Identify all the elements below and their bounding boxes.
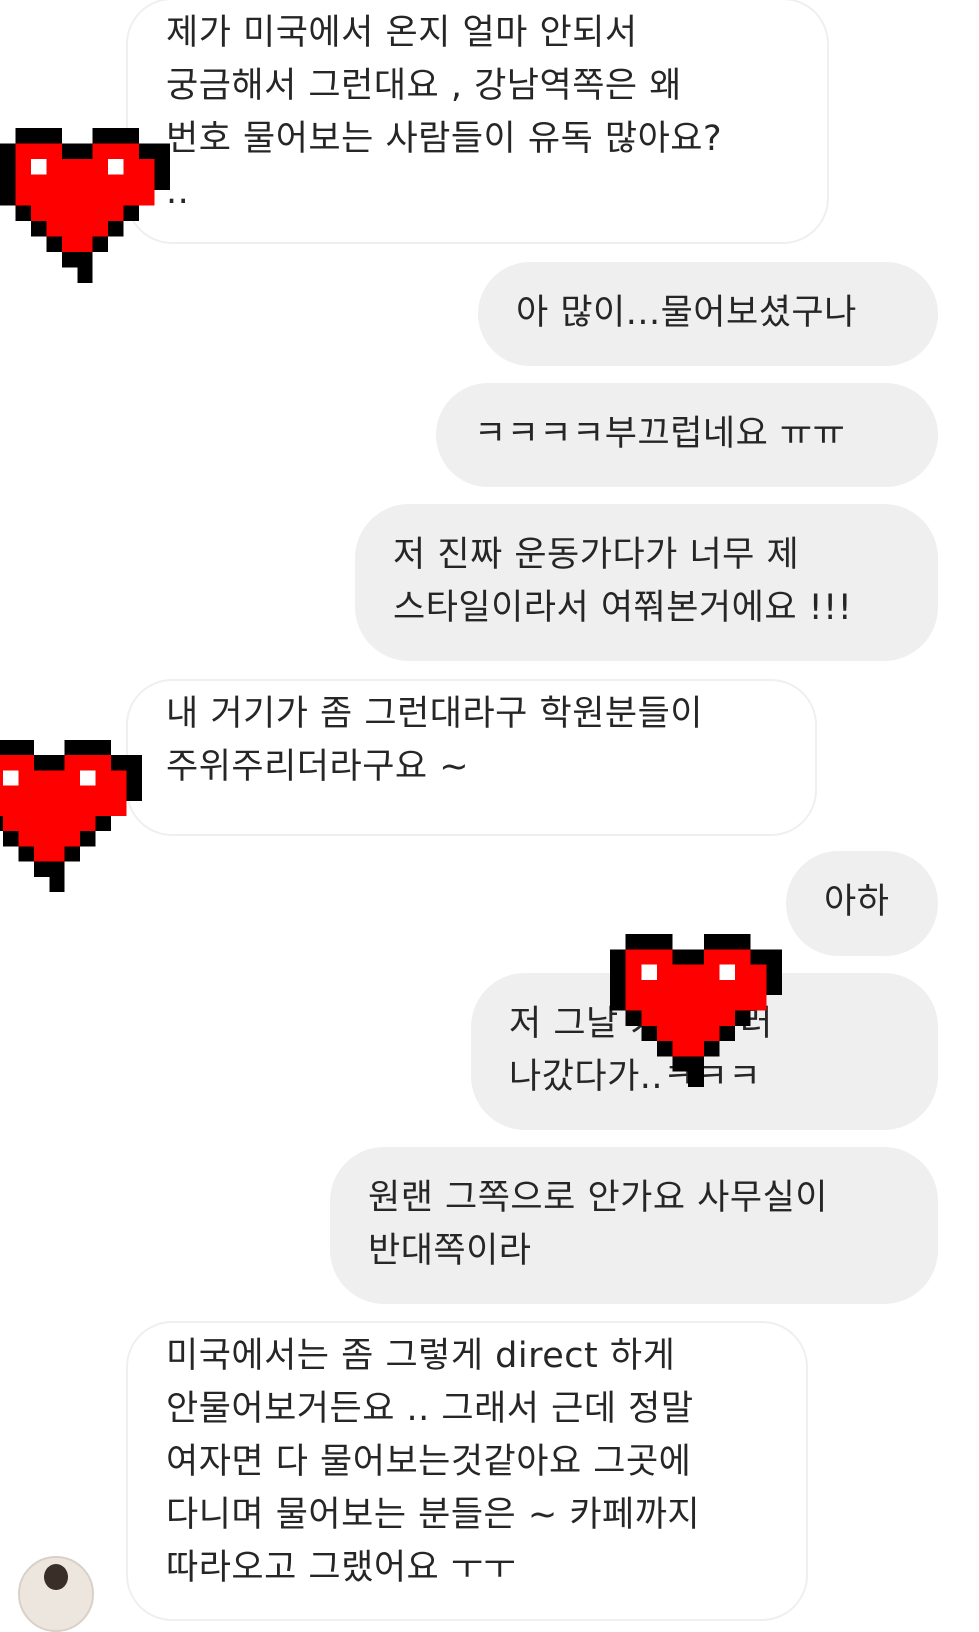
avatar[interactable] bbox=[18, 1556, 94, 1632]
pixel-heart-icon bbox=[0, 128, 170, 283]
message-incoming[interactable]: 내 거기가 좀 그런대라구 학원분들이 주위주리더라구요 ~ bbox=[126, 679, 817, 836]
message-outgoing[interactable]: 아하 bbox=[786, 851, 938, 956]
message-outgoing[interactable]: 원랜 그쪽으로 안가요 사무실이 반대쪽이라 bbox=[330, 1147, 938, 1304]
message-outgoing[interactable]: 아 많이...물어보셨구나 bbox=[478, 262, 938, 366]
message-outgoing[interactable]: ㅋㅋㅋㅋ부끄럽네요 ㅠㅠ bbox=[436, 383, 938, 487]
pixel-heart-icon bbox=[0, 740, 142, 892]
message-incoming[interactable]: 제가 미국에서 온지 얼마 안되서 궁금해서 그런대요 , 강남역쪽은 왜 번호… bbox=[126, 0, 829, 244]
message-outgoing[interactable]: 저 진짜 운동가다가 너무 제 스타일이라서 여쭤본거에요 !!! bbox=[355, 504, 938, 661]
pixel-heart-icon bbox=[610, 934, 782, 1087]
message-incoming[interactable]: 미국에서는 좀 그렇게 direct 하게 안물어보거든요 .. 그래서 근데 … bbox=[126, 1321, 808, 1621]
